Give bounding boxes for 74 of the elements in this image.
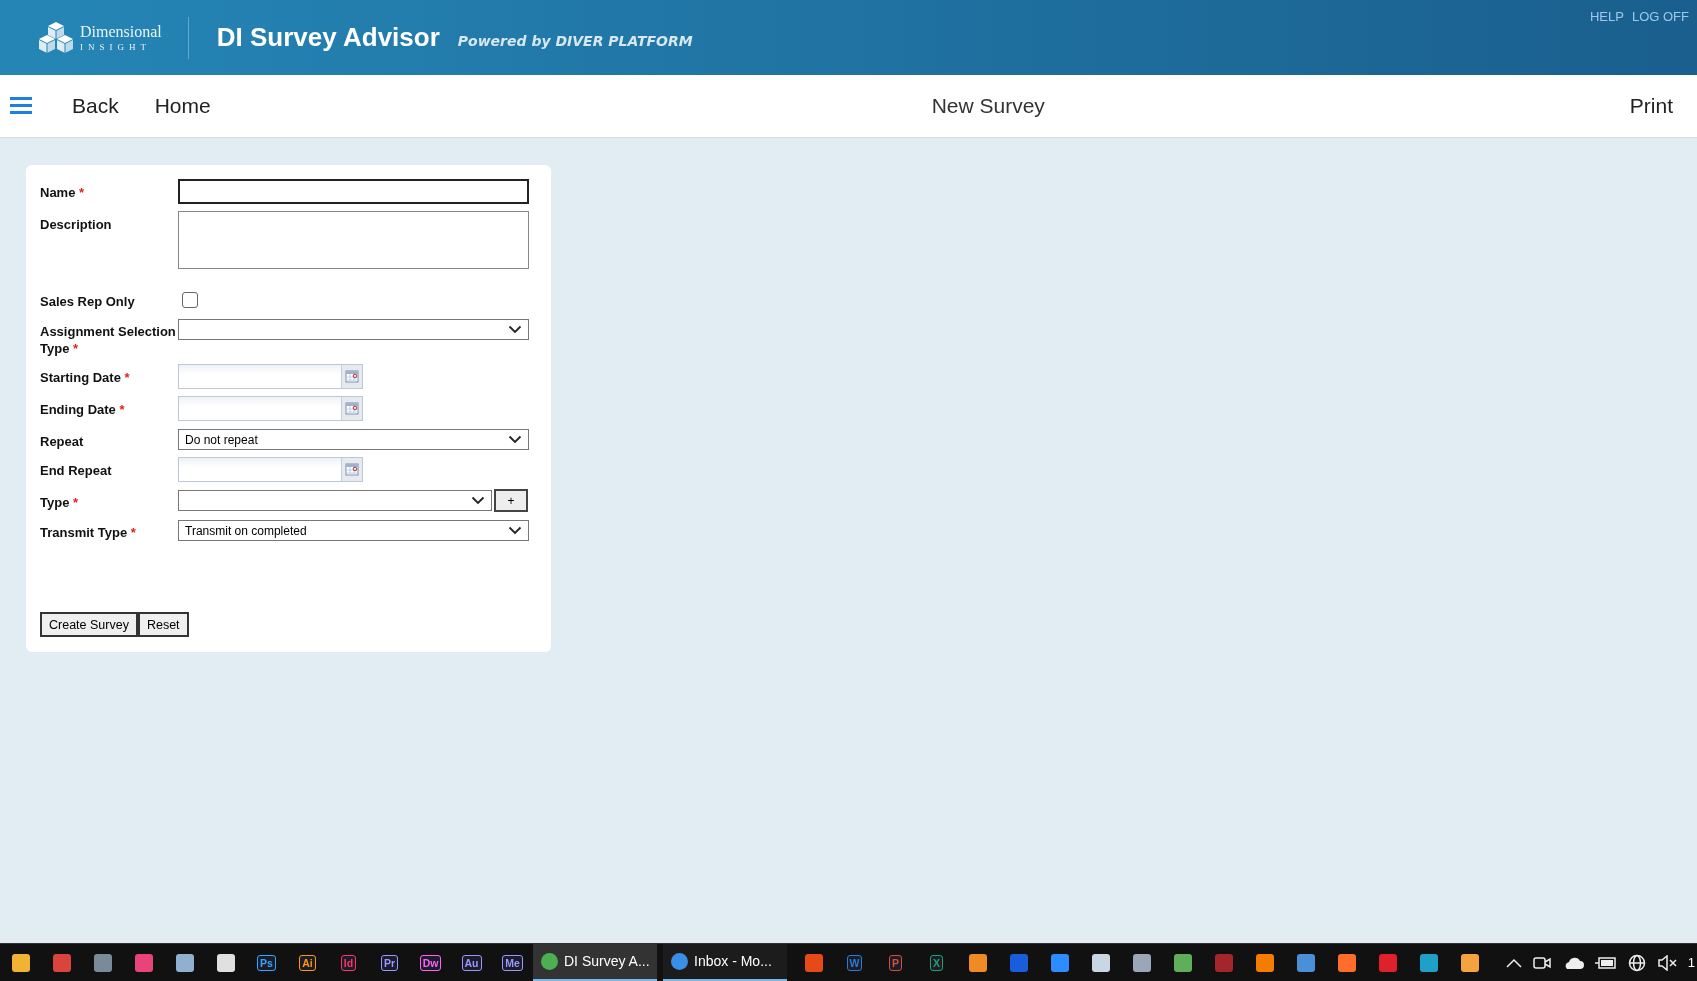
taskbar-app-button[interactable]: X: [916, 943, 957, 981]
date-field[interactable]: [178, 364, 363, 389]
page-title: New Survey: [930, 94, 1045, 118]
chevron-up-icon: [1505, 957, 1522, 968]
chevron-down-icon: [471, 496, 485, 505]
calendar-button[interactable]: [341, 458, 362, 481]
menu-icon: [10, 97, 32, 115]
cubes-logo-icon: [38, 21, 74, 54]
taskbar-app-button[interactable]: Pr: [369, 943, 410, 981]
globe-icon: [1627, 953, 1646, 972]
chevron-down-icon: [508, 526, 522, 535]
field-label: Sales Rep Only: [40, 294, 135, 309]
taskbar-app-button[interactable]: Dw: [410, 943, 451, 981]
field-label: Starting Date *: [40, 370, 130, 385]
header-link[interactable]: HELP: [1589, 9, 1624, 24]
app-logo-text: W: [846, 954, 863, 971]
nav-link[interactable]: Home: [154, 94, 211, 118]
dropdown[interactable]: Do not repeat: [178, 429, 529, 450]
chevron-down-icon: [508, 435, 522, 444]
field-label: Ending Date *: [40, 402, 125, 417]
taskbar-window-button[interactable]: DI Survey A...: [533, 943, 657, 981]
powered-by-text: Powered by DIVER PLATFORM: [457, 32, 693, 49]
date-field[interactable]: [178, 396, 363, 421]
dropdown[interactable]: Transmit on completed: [178, 520, 529, 541]
date-field[interactable]: [178, 457, 363, 482]
app-logo-text: Me: [502, 954, 523, 971]
camera-icon: [1532, 954, 1551, 971]
chevron-down-icon: [508, 325, 522, 334]
calendar-icon: [345, 402, 359, 415]
logo-wordmark: Dimensional: [80, 23, 162, 40]
checkbox[interactable]: [182, 292, 198, 308]
taskbar-app-button[interactable]: Me: [492, 943, 533, 981]
app-logo-text: P: [889, 954, 902, 971]
field-label: Repeat: [40, 434, 84, 449]
form-button[interactable]: Create Survey: [40, 612, 138, 637]
text-field[interactable]: [178, 179, 529, 204]
taskbar-app-button[interactable]: Ai: [287, 943, 328, 981]
app-logo-text: Au: [461, 954, 482, 971]
logo-tagline: INSIGHT: [80, 42, 152, 52]
field-label: Description: [40, 217, 112, 232]
calendar-button[interactable]: [341, 397, 362, 420]
app-logo-text: Dw: [419, 954, 442, 971]
app-logo-text: Id: [340, 954, 357, 971]
field-label: Name *: [40, 185, 85, 200]
menu-button[interactable]: [10, 97, 32, 115]
battery-icon: [1594, 955, 1617, 970]
print-link[interactable]: Print: [1629, 94, 1673, 118]
taskbar-app-button[interactable]: W: [834, 943, 875, 981]
header-link[interactable]: LOG OFF: [1631, 9, 1689, 24]
app-title: DI Survey Advisor: [216, 22, 440, 53]
field-label: End Repeat: [40, 463, 112, 478]
calendar-icon: [345, 463, 359, 476]
text-area[interactable]: [178, 211, 529, 269]
nav-link[interactable]: Back: [72, 94, 119, 118]
app-logo-text: X: [930, 954, 943, 971]
dropdown[interactable]: [178, 319, 529, 340]
taskbar-app-button[interactable]: Id: [328, 943, 369, 981]
taskbar-window-button[interactable]: Inbox - Mo...: [663, 943, 787, 981]
add-button[interactable]: +: [494, 489, 528, 512]
field-label: Assignment Selection Type *: [40, 324, 176, 356]
taskbar-app-button[interactable]: Au: [451, 943, 492, 981]
field-label: Type *: [40, 495, 79, 510]
app-logo-text: Pr: [380, 954, 399, 971]
clock-text: 1: [1687, 955, 1695, 970]
speaker-muted-icon: [1656, 954, 1677, 971]
calendar-icon: [345, 370, 359, 383]
calendar-button[interactable]: [341, 365, 362, 388]
taskbar-app-button[interactable]: P: [875, 943, 916, 981]
taskbar-app-button[interactable]: Ps: [246, 943, 287, 981]
form-button[interactable]: Reset: [137, 612, 189, 637]
dropdown[interactable]: [178, 490, 492, 511]
field-label: Transmit Type *: [40, 525, 136, 540]
app-logo-text: Ai: [299, 954, 316, 971]
app-logo-text: Ps: [257, 954, 276, 971]
